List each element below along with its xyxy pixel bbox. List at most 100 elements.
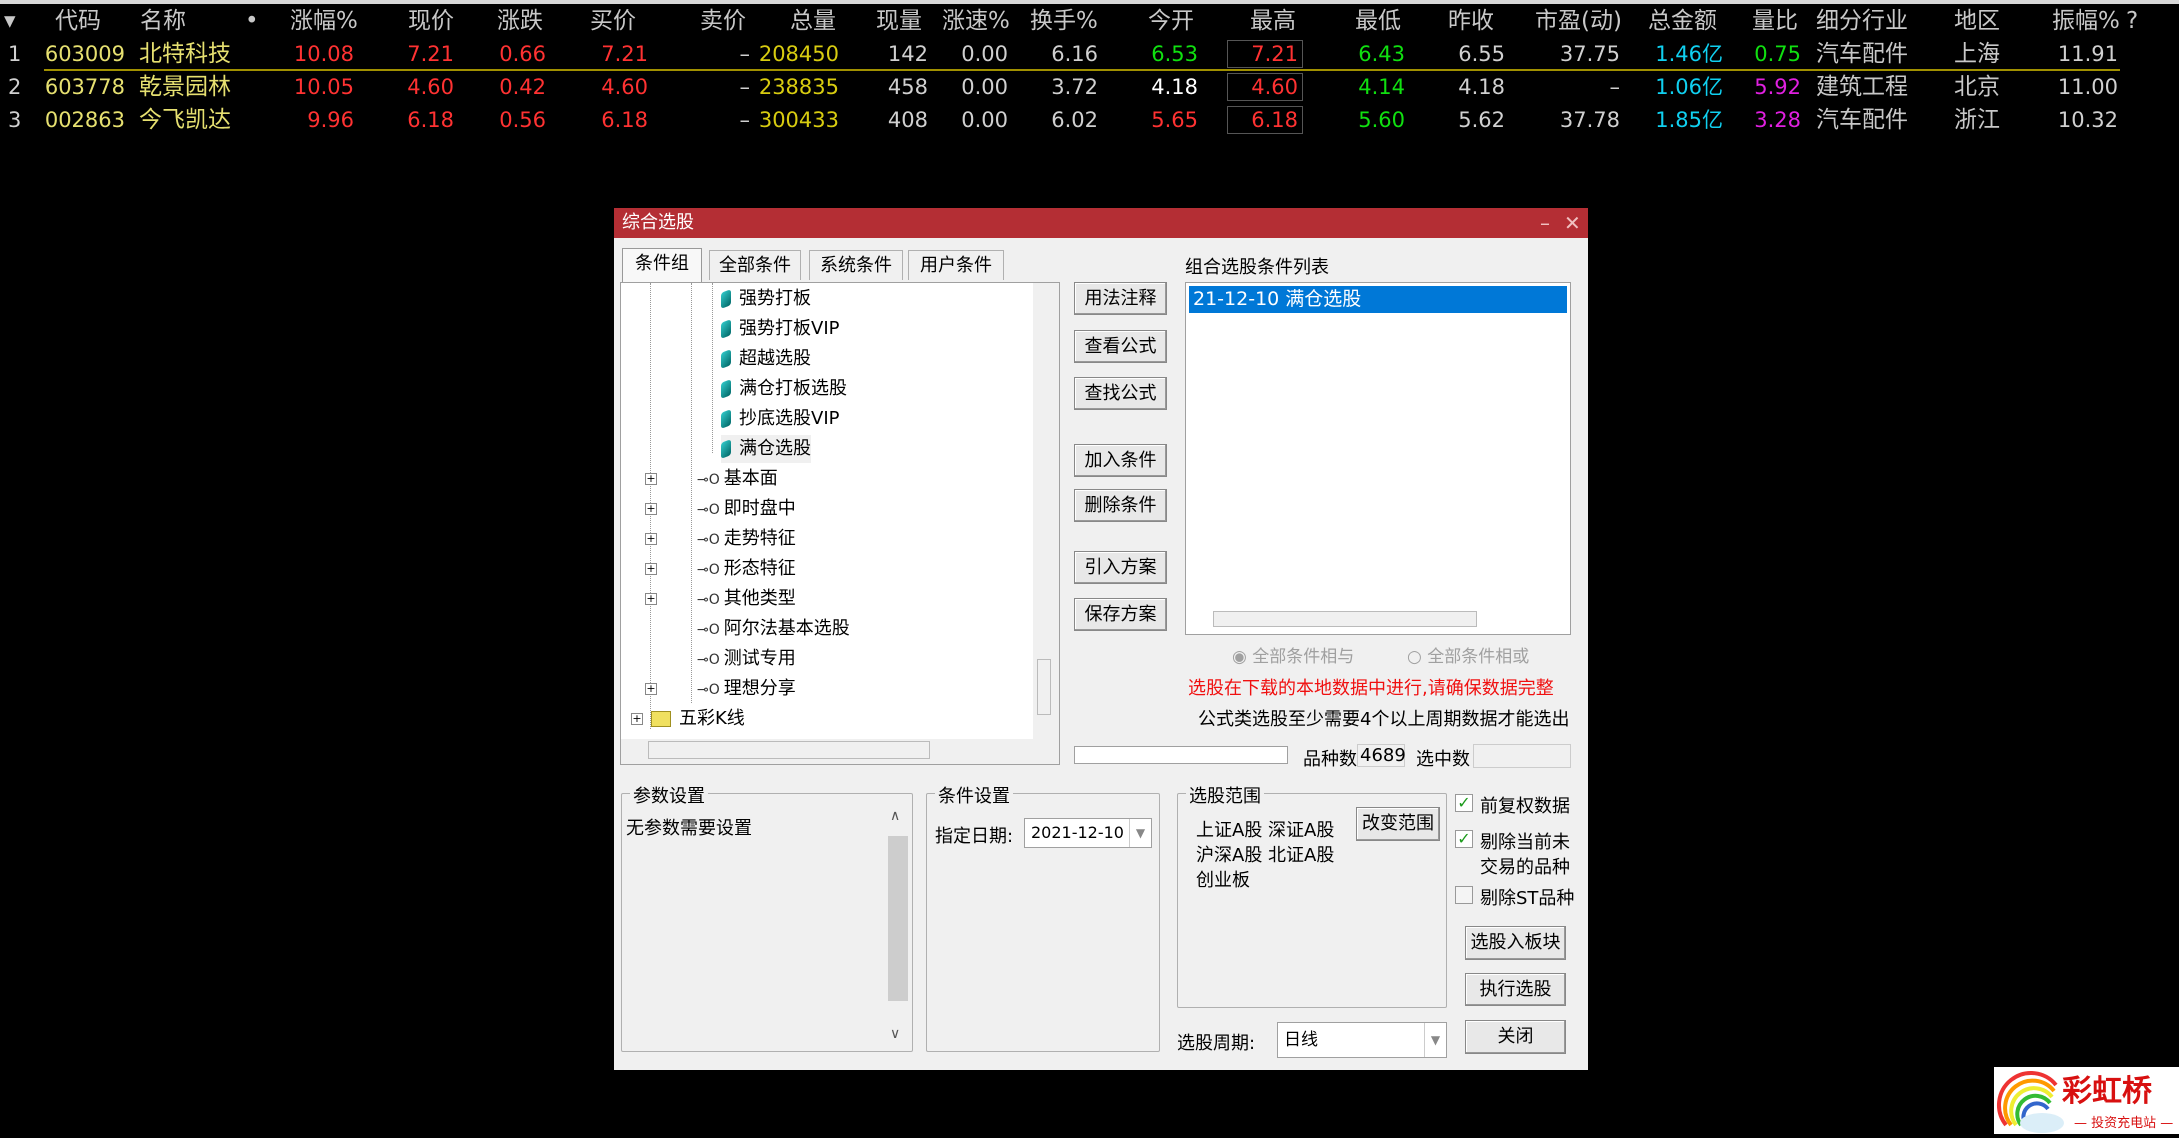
table-cell[interactable]: 11.00	[2058, 71, 2118, 103]
minimize-button[interactable]: –	[1540, 208, 1550, 238]
column-header[interactable]: 现量	[876, 6, 922, 36]
chevron-down-icon[interactable]: ▼	[1129, 819, 1151, 847]
table-cell[interactable]: 0.42	[499, 71, 546, 103]
expand-icon[interactable]: +	[631, 713, 643, 725]
table-cell[interactable]: 0.56	[499, 104, 546, 136]
find-formula-button[interactable]: 查找公式	[1074, 377, 1167, 410]
table-cell[interactable]: 603778	[45, 71, 125, 103]
column-header[interactable]: 最高	[1250, 6, 1296, 36]
table-cell[interactable]: 5.92	[1754, 71, 1801, 103]
table-cell[interactable]: 142	[888, 38, 928, 70]
tree-item[interactable]: 强势打板VIP	[721, 315, 839, 343]
table-cell[interactable]: 4.18	[1458, 71, 1505, 103]
table-cell[interactable]: 10.32	[2058, 104, 2118, 136]
table-cell[interactable]: 5.60	[1358, 104, 1405, 136]
tree-vscroll-thumb[interactable]	[1037, 659, 1051, 715]
table-cell[interactable]: 2	[8, 71, 21, 103]
table-cell[interactable]: 10.05	[294, 71, 354, 103]
tree-vscrollbar[interactable]	[1033, 283, 1059, 739]
table-cell[interactable]: 汽车配件	[1816, 38, 1908, 70]
column-header[interactable]: 现价	[408, 6, 454, 36]
table-cell[interactable]: 7.21	[601, 38, 648, 70]
table-cell[interactable]: 37.78	[1560, 104, 1620, 136]
column-header[interactable]: 细分行业	[1816, 6, 1908, 36]
tree-item[interactable]: ⊸O 即时盘中	[697, 495, 796, 523]
column-header[interactable]: 名称	[140, 6, 186, 36]
table-cell[interactable]: 0.00	[961, 71, 1008, 103]
column-header[interactable]: 市盈(动)	[1535, 6, 1622, 36]
column-header[interactable]: 最低	[1355, 6, 1401, 36]
table-cell[interactable]: 0.66	[499, 38, 546, 70]
table-cell[interactable]: 6.18	[601, 104, 648, 136]
column-header[interactable]: ?	[2126, 6, 2138, 36]
column-header[interactable]: 涨跌	[497, 6, 543, 36]
table-cell[interactable]: 1.85亿	[1655, 104, 1723, 136]
tree-item[interactable]: ⊸O 测试专用	[697, 645, 796, 673]
table-cell[interactable]: 1.06亿	[1655, 71, 1723, 103]
column-header[interactable]: 买价	[590, 6, 636, 36]
column-header[interactable]: 总金额	[1648, 6, 1717, 36]
expand-icon[interactable]: +	[645, 683, 657, 695]
scroll-down-icon[interactable]: ∨	[890, 1026, 900, 1042]
table-cell[interactable]: 浙江	[1954, 104, 2000, 136]
checkbox-exclude-untraded[interactable]: ✓	[1455, 830, 1473, 848]
date-picker[interactable]: 2021-12-10 ▼	[1024, 818, 1152, 848]
tree-item[interactable]: ⊸O 形态特征	[697, 555, 796, 583]
scroll-up-icon[interactable]: ∧	[890, 808, 900, 824]
table-cell[interactable]: 238835	[759, 71, 839, 103]
expand-icon[interactable]: +	[645, 593, 657, 605]
column-header[interactable]: •	[245, 6, 259, 36]
change-range-button[interactable]: 改变范围	[1356, 807, 1440, 841]
column-header[interactable]: 代码	[55, 6, 101, 36]
tree-item[interactable]: 强势打板	[721, 285, 811, 313]
view-formula-button[interactable]: 查看公式	[1074, 330, 1167, 363]
table-cell[interactable]: 208450	[759, 38, 839, 70]
table-cell[interactable]: 0.00	[961, 38, 1008, 70]
table-cell[interactable]: 6.55	[1458, 38, 1505, 70]
table-cell[interactable]: 458	[888, 71, 928, 103]
expand-icon[interactable]: +	[645, 503, 657, 515]
table-cell[interactable]: 6.02	[1051, 104, 1098, 136]
table-cell[interactable]: 9.96	[307, 104, 354, 136]
tree-item[interactable]: ⊸O 走势特征	[697, 525, 796, 553]
table-cell[interactable]: 建筑工程	[1816, 71, 1908, 103]
tree-item[interactable]: 满仓打板选股	[721, 375, 847, 403]
add-condition-button[interactable]: 加入条件	[1074, 444, 1167, 477]
table-cell[interactable]: 1.46亿	[1655, 38, 1723, 70]
table-cell[interactable]: 北特科技	[139, 38, 231, 70]
table-cell[interactable]: 今飞凯达	[139, 104, 231, 136]
tab-condition-group[interactable]: 条件组	[622, 248, 702, 282]
tab-all-conditions[interactable]: 全部条件	[709, 250, 801, 280]
import-plan-button[interactable]: 引入方案	[1074, 551, 1167, 584]
table-cell[interactable]: 002863	[45, 104, 125, 136]
column-header[interactable]: 今开	[1148, 6, 1194, 36]
table-cell[interactable]: 4.18	[1151, 71, 1198, 103]
radio-all-and[interactable]: ◉ 全部条件相与	[1232, 642, 1354, 667]
table-cell[interactable]: 11.91	[2058, 38, 2118, 70]
column-header[interactable]: 总量	[790, 6, 836, 36]
table-cell[interactable]: 6.18	[407, 104, 454, 136]
params-scroll-thumb[interactable]	[888, 836, 908, 1001]
table-cell[interactable]: 北京	[1954, 71, 2000, 103]
tree-item[interactable]: ⊸O 理想分享	[697, 675, 796, 703]
tree-item[interactable]: 抄底选股VIP	[721, 405, 839, 433]
column-header[interactable]: 振幅%	[2052, 6, 2120, 36]
table-cell[interactable]: 4.60	[1251, 71, 1298, 103]
radio-all-or[interactable]: ○ 全部条件相或	[1407, 642, 1529, 667]
tab-user-conditions[interactable]: 用户条件	[908, 250, 1004, 280]
expand-icon[interactable]: +	[645, 533, 657, 545]
table-cell[interactable]: 0.00	[961, 104, 1008, 136]
column-header[interactable]: 昨收	[1448, 6, 1494, 36]
column-header[interactable]: 量比	[1752, 6, 1798, 36]
tree-item[interactable]: ⊸O 阿尔法基本选股	[697, 615, 850, 643]
table-cell[interactable]: 37.75	[1560, 38, 1620, 70]
table-cell[interactable]: 603009	[45, 38, 125, 70]
table-cell[interactable]: 3.28	[1754, 104, 1801, 136]
table-cell[interactable]: 乾景园林	[139, 71, 231, 103]
tree-item[interactable]: 五彩K线	[651, 705, 745, 733]
column-header[interactable]: 卖价	[700, 6, 746, 36]
tree-item[interactable]: 满仓选股	[721, 435, 811, 463]
table-cell[interactable]: 汽车配件	[1816, 104, 1908, 136]
expand-icon[interactable]: +	[645, 563, 657, 575]
condition-list-item[interactable]: 21-12-10 满仓选股	[1189, 286, 1567, 313]
